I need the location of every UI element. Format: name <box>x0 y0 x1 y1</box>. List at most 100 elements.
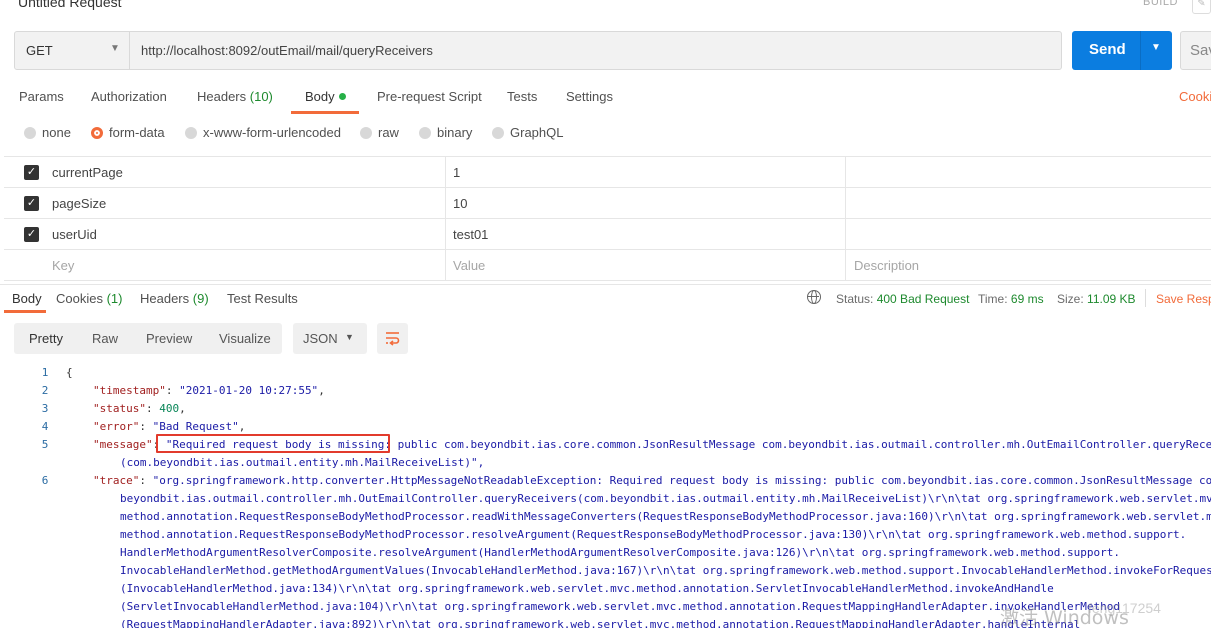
radio-dot <box>492 127 504 139</box>
param-key[interactable]: currentPage <box>52 165 123 180</box>
request-title[interactable]: Untitled Request <box>18 0 122 10</box>
url-bar: GET ▼ http://localhost:8092/outEmail/mai… <box>14 31 1062 70</box>
title-bar: Untitled Request BUILD ✎ <box>0 0 1211 18</box>
description-cell[interactable] <box>845 188 1211 218</box>
description-placeholder[interactable]: Description <box>854 258 919 273</box>
cookies-link[interactable]: Cooki <box>1179 89 1211 104</box>
send-options-caret-icon[interactable]: ▼ <box>1151 42 1161 53</box>
code-line-timestamp: "timestamp": "2021-01-20 10:27:55", <box>93 384 325 397</box>
response-tab-test-results[interactable]: Test Results <box>227 291 298 306</box>
radio-raw[interactable]: raw <box>360 125 399 140</box>
send-label: Send <box>1089 41 1126 58</box>
json-number: 400 <box>159 402 180 415</box>
radio-graphql[interactable]: GraphQL <box>492 125 563 140</box>
row-checkbox[interactable]: ✓ <box>24 196 39 211</box>
code-open-brace: { <box>66 366 73 379</box>
line-number: 2 <box>41 384 49 397</box>
json-key: "status" <box>93 402 146 415</box>
build-label[interactable]: BUILD <box>1143 0 1178 8</box>
row-checkbox[interactable]: ✓ <box>24 227 39 242</box>
param-key[interactable]: userUid <box>52 227 97 242</box>
radio-form-data[interactable]: form-data <box>91 125 165 140</box>
tab-params[interactable]: Params <box>19 89 64 104</box>
divider <box>1145 289 1146 307</box>
line-number: 5 <box>41 438 49 451</box>
tab-prerequest-script[interactable]: Pre-request Script <box>377 89 482 104</box>
code-line-trace-cont: method.annotation.RequestResponseBodyMet… <box>120 510 1211 523</box>
highlight-box <box>156 434 390 453</box>
response-tab-cookies[interactable]: Cookies (1) <box>56 291 122 306</box>
tab-tests[interactable]: Tests <box>507 89 537 104</box>
value-cell[interactable] <box>445 157 845 187</box>
row-checkbox[interactable]: ✓ <box>24 165 39 180</box>
time-info: Time: 69 ms <box>978 292 1044 306</box>
radio-dot <box>185 127 197 139</box>
radio-dot <box>24 127 36 139</box>
description-cell[interactable] <box>845 157 1211 187</box>
radio-dot <box>360 127 372 139</box>
radio-label: GraphQL <box>510 125 564 140</box>
send-button[interactable]: Send ▼ <box>1072 31 1172 70</box>
tab-authorization[interactable]: Authorization <box>91 89 167 104</box>
value-placeholder[interactable]: Value <box>453 258 485 273</box>
view-visualize[interactable]: Visualize <box>219 331 271 346</box>
param-value[interactable]: 1 <box>453 165 460 180</box>
response-tab-headers[interactable]: Headers (9) <box>140 291 209 306</box>
json-string: "2021-01-20 10:27:55" <box>179 384 319 397</box>
save-response-button[interactable]: Save Resp <box>1156 292 1211 306</box>
tab-settings[interactable]: Settings <box>566 89 613 104</box>
param-value[interactable]: test01 <box>453 227 488 242</box>
save-button[interactable]: Sav <box>1180 31 1211 70</box>
response-tab-cookies-count: (1) <box>106 291 123 306</box>
response-tab-headers-count: (9) <box>192 291 209 306</box>
radio-none[interactable]: none <box>24 125 71 140</box>
radio-binary[interactable]: binary <box>419 125 472 140</box>
response-body-code[interactable]: 1 2 3 4 5 6 { "timestamp": "2021-01-20 1… <box>0 363 1211 628</box>
radio-dot <box>419 127 431 139</box>
size-info: Size: 11.09 KB <box>1057 292 1136 306</box>
size-value: 11.09 KB <box>1087 292 1136 306</box>
tab-headers[interactable]: Headers (10) <box>197 89 273 104</box>
code-line-trace-cont: HandlerMethodArgumentResolverComposite.r… <box>120 546 1121 559</box>
radio-x-www-form-urlencoded[interactable]: x-www-form-urlencoded <box>185 125 341 140</box>
view-preview[interactable]: Preview <box>146 331 192 346</box>
code-line-trace-cont: beyondbit.ias.outmail.controller.mh.OutE… <box>120 492 1211 505</box>
radio-dot-selected <box>91 127 103 139</box>
value-cell[interactable] <box>445 219 845 249</box>
url-input[interactable]: http://localhost:8092/outEmail/mail/quer… <box>141 43 433 58</box>
json-string: "org.springframework.http.converter.Http… <box>152 474 1211 487</box>
param-key[interactable]: pageSize <box>52 196 106 211</box>
param-value[interactable]: 10 <box>453 196 467 211</box>
code-line-trace-cont: (ServletInvocableHandlerMethod.java:104)… <box>120 600 1121 613</box>
code-line-message-cont: (com.beyondbit.ias.outmail.entity.mh.Mai… <box>120 456 485 469</box>
edit-icon[interactable]: ✎ <box>1192 0 1211 14</box>
time-label: Time: <box>978 292 1008 306</box>
line-number: 3 <box>41 402 49 415</box>
json-string: public com.beyondbit.ias.core.common.Jso… <box>391 438 1211 451</box>
request-tabs: Params Authorization Headers (10) Body P… <box>0 86 1211 114</box>
view-raw[interactable]: Raw <box>92 331 118 346</box>
method-select[interactable]: GET ▼ <box>15 32 130 69</box>
json-string: "Bad Request" <box>152 420 239 433</box>
format-select[interactable]: JSON ▼ <box>293 323 367 354</box>
response-tab-body[interactable]: Body <box>12 291 42 306</box>
code-line-trace-cont: method.annotation.RequestResponseBodyMet… <box>120 528 1187 541</box>
json-key: "message" <box>93 438 153 451</box>
send-divider <box>1140 31 1141 70</box>
value-cell[interactable] <box>445 188 845 218</box>
tab-body[interactable]: Body <box>305 89 346 104</box>
view-pretty[interactable]: Pretty <box>29 331 63 346</box>
wrap-lines-icon <box>386 332 400 346</box>
active-tab-indicator <box>291 111 359 114</box>
value-cell[interactable] <box>445 250 845 280</box>
response-tab-cookies-label: Cookies <box>56 291 103 306</box>
key-placeholder[interactable]: Key <box>52 258 74 273</box>
size-label: Size: <box>1057 292 1084 306</box>
code-line-trace-cont: (RequestMappingHandlerAdapter.java:892)\… <box>120 618 1081 628</box>
description-cell[interactable] <box>845 219 1211 249</box>
radio-label: raw <box>378 125 399 140</box>
globe-icon[interactable] <box>807 290 821 304</box>
line-number: 1 <box>41 366 49 379</box>
json-key: "trace" <box>93 474 140 487</box>
wrap-lines-button[interactable] <box>377 323 408 354</box>
